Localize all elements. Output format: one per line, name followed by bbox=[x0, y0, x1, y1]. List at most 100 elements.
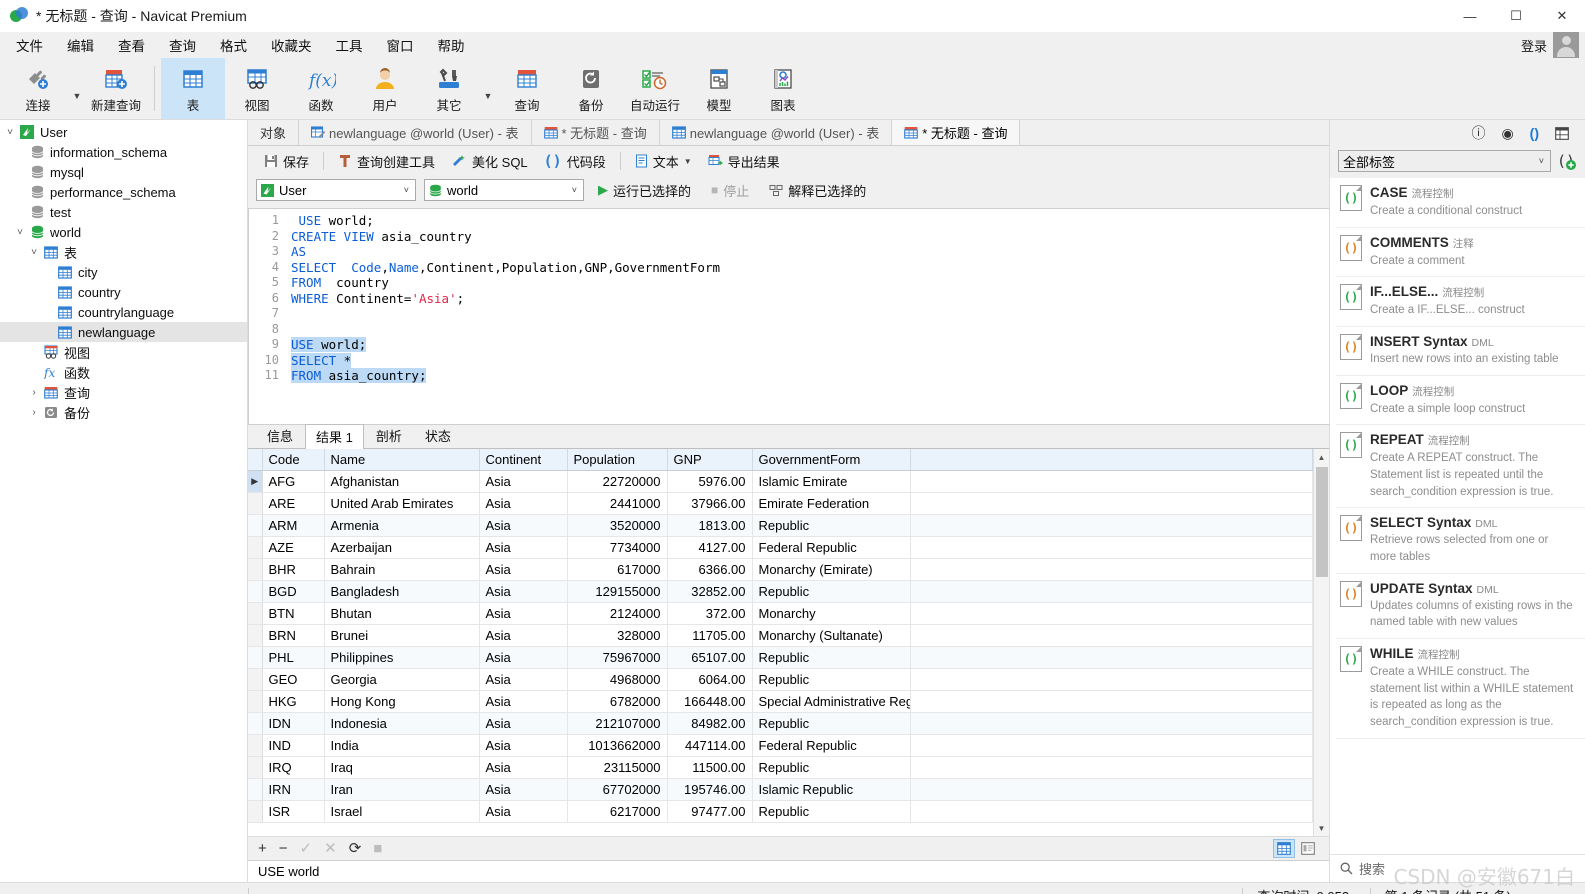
tree-node-city[interactable]: city bbox=[0, 262, 247, 282]
menu-favorites[interactable]: 收藏夹 bbox=[259, 31, 324, 59]
grid-cell[interactable]: 212107000 bbox=[567, 712, 668, 735]
table-structure-icon[interactable] bbox=[1555, 126, 1569, 140]
grid-cell[interactable]: Afghanistan bbox=[324, 470, 480, 493]
grid-cell[interactable]: Philippines bbox=[324, 646, 480, 669]
grid-cell[interactable]: 84982.00 bbox=[667, 712, 753, 735]
grid-cell[interactable]: Monarchy (Sultanate) bbox=[752, 624, 911, 647]
menu-edit[interactable]: 编辑 bbox=[55, 31, 106, 59]
grid-cell[interactable]: Bhutan bbox=[324, 602, 480, 625]
table-row[interactable]: BHR Bahrain Asia 617000 6366.00 Monarchy (Emi… bbox=[248, 558, 1313, 581]
grid-view-button[interactable] bbox=[1273, 839, 1295, 858]
grid-cell[interactable]: Republic bbox=[752, 712, 911, 735]
snippet-item[interactable]: () LOOP 流程控制 Create a simple loop construct bbox=[1336, 376, 1585, 426]
grid-cell[interactable]: IND bbox=[262, 734, 325, 757]
grid-cell[interactable]: Hong Kong bbox=[324, 690, 480, 713]
table-row[interactable]: BGD Bangladesh Asia 129155000 32852.00 Republ… bbox=[248, 580, 1313, 603]
grid-cell[interactable]: 1813.00 bbox=[667, 514, 753, 537]
grid-cell[interactable]: Brunei bbox=[324, 624, 480, 647]
tree-node-functions-folder[interactable]: fx 函数 bbox=[0, 362, 247, 382]
grid-cell[interactable]: 22720000 bbox=[567, 470, 668, 493]
grid-cell[interactable]: Asia bbox=[479, 492, 568, 515]
snippet-item[interactable]: () SELECT Syntax DML Retrieve rows selected… bbox=[1336, 508, 1585, 574]
snippet-item[interactable]: () CASE 流程控制 Create a conditional construct bbox=[1336, 178, 1585, 228]
result-tab-result-1[interactable]: 结果 1 bbox=[305, 424, 364, 449]
grid-cell[interactable]: ISR bbox=[262, 800, 325, 823]
grid-cell[interactable]: Asia bbox=[479, 778, 568, 801]
tree-node-test[interactable]: test bbox=[0, 202, 247, 222]
grid-cell[interactable]: Asia bbox=[479, 580, 568, 603]
cancel-changes-button[interactable]: ✕ bbox=[324, 841, 337, 856]
tree-node-views-folder[interactable]: 视图 bbox=[0, 342, 247, 362]
result-tab-status[interactable]: 状态 bbox=[414, 423, 462, 448]
grid-cell[interactable]: 4127.00 bbox=[667, 536, 753, 559]
table-row[interactable]: AZE Azerbaijan Asia 7734000 4127.00 Federal R… bbox=[248, 536, 1313, 559]
explain-selected-button[interactable]: 解释已选择的 bbox=[763, 179, 872, 202]
row-marker[interactable] bbox=[248, 558, 263, 581]
toolbar-view[interactable]: 视图 bbox=[225, 58, 289, 119]
row-marker[interactable] bbox=[248, 712, 263, 735]
grid-cell[interactable]: India bbox=[324, 734, 480, 757]
grid-cell[interactable]: BRN bbox=[262, 624, 325, 647]
toolbar-other[interactable]: 其它 bbox=[417, 58, 481, 119]
grid-cell[interactable]: Israel bbox=[324, 800, 480, 823]
grid-column-header[interactable]: GovernmentForm bbox=[752, 449, 911, 471]
grid-cell[interactable]: IRN bbox=[262, 778, 325, 801]
grid-cell[interactable]: 617000 bbox=[567, 558, 668, 581]
menu-tools[interactable]: 工具 bbox=[324, 31, 375, 59]
grid-cell[interactable]: 23115000 bbox=[567, 756, 668, 779]
grid-cell[interactable]: 6366.00 bbox=[667, 558, 753, 581]
toolbar-user[interactable]: 用户 bbox=[353, 58, 417, 119]
row-marker[interactable] bbox=[248, 646, 263, 669]
tree-node-world[interactable]: ˅ world bbox=[0, 222, 247, 242]
table-row[interactable]: PHL Philippines Asia 75967000 65107.00 Republ… bbox=[248, 646, 1313, 669]
tree-node-country[interactable]: country bbox=[0, 282, 247, 302]
table-row[interactable]: IRN Iran Asia 67702000 195746.00 Islamic Repu… bbox=[248, 778, 1313, 801]
sql-editor[interactable]: 1 2 3 4 5 6 7 8 9 10 11 USE world; CREATE… bbox=[248, 208, 1329, 425]
row-marker[interactable] bbox=[248, 756, 263, 779]
info-icon[interactable]: ⓘ bbox=[1471, 123, 1485, 143]
row-marker[interactable] bbox=[248, 734, 263, 757]
snippet-item[interactable]: () IF...ELSE... 流程控制 Create a IF...ELSE... … bbox=[1336, 277, 1585, 328]
grid-cell[interactable]: ARM bbox=[262, 514, 325, 537]
menu-query[interactable]: 查询 bbox=[157, 31, 208, 59]
table-row[interactable]: ARE United Arab Emirates Asia 2441000 37966.… bbox=[248, 492, 1313, 515]
row-marker[interactable] bbox=[248, 668, 263, 691]
grid-new-row[interactable] bbox=[248, 823, 1313, 836]
snippet-item[interactable]: () INSERT Syntax DML Insert new rows into a… bbox=[1336, 327, 1585, 376]
export-result-button[interactable]: 导出结果 bbox=[700, 149, 788, 174]
grid-cell[interactable]: Republic bbox=[752, 800, 911, 823]
scroll-down-icon[interactable]: ▼ bbox=[1314, 820, 1330, 836]
snippet-item[interactable]: () COMMENTS 注释 Create a comment bbox=[1336, 228, 1585, 278]
form-view-button[interactable] bbox=[1297, 839, 1319, 858]
grid-column-header[interactable]: Code bbox=[262, 449, 325, 471]
grid-cell[interactable]: Indonesia bbox=[324, 712, 480, 735]
grid-cell[interactable]: Monarchy (Emirate) bbox=[752, 558, 911, 581]
snippet-item[interactable]: () WHILE 流程控制 Create a WHILE construct. The… bbox=[1336, 639, 1585, 739]
avatar[interactable] bbox=[1553, 32, 1579, 58]
toolbar-chart[interactable]: 图表 bbox=[751, 58, 815, 119]
grid-cell[interactable]: Asia bbox=[479, 602, 568, 625]
result-tab-profile[interactable]: 剖析 bbox=[365, 423, 413, 448]
grid-cell[interactable]: PHL bbox=[262, 646, 325, 669]
grid-cell[interactable]: Monarchy bbox=[752, 602, 911, 625]
grid-cell[interactable]: Emirate Federation bbox=[752, 492, 911, 515]
chevron-down-icon[interactable]: ˅ bbox=[1537, 156, 1546, 166]
scrollbar-thumb[interactable] bbox=[1315, 467, 1328, 577]
add-snippet-icon[interactable]: () bbox=[1557, 151, 1577, 171]
close-button[interactable]: ✕ bbox=[1539, 0, 1585, 32]
text-button[interactable]: 文本 ▼ bbox=[627, 149, 700, 174]
grid-cell[interactable]: 6217000 bbox=[567, 800, 668, 823]
grid-column-header[interactable]: Continent bbox=[479, 449, 568, 471]
add-record-button[interactable]: + bbox=[258, 841, 267, 856]
toolbar-connection[interactable]: 连接 bbox=[6, 58, 70, 119]
grid-cell[interactable]: Iran bbox=[324, 778, 480, 801]
chevron-down-icon[interactable]: ▼ bbox=[684, 157, 692, 166]
tree-node-newlanguage[interactable]: newlanguage bbox=[0, 322, 247, 342]
grid-cell[interactable]: AZE bbox=[262, 536, 325, 559]
toolbar-automation[interactable]: 自动运行 bbox=[623, 58, 687, 119]
grid-cell[interactable]: Asia bbox=[479, 470, 568, 493]
table-row[interactable]: IRQ Iraq Asia 23115000 11500.00 Republic bbox=[248, 756, 1313, 779]
grid-cell[interactable]: BGD bbox=[262, 580, 325, 603]
grid-cell[interactable]: Asia bbox=[479, 536, 568, 559]
table-row[interactable]: IDN Indonesia Asia 212107000 84982.00 Republi… bbox=[248, 712, 1313, 735]
